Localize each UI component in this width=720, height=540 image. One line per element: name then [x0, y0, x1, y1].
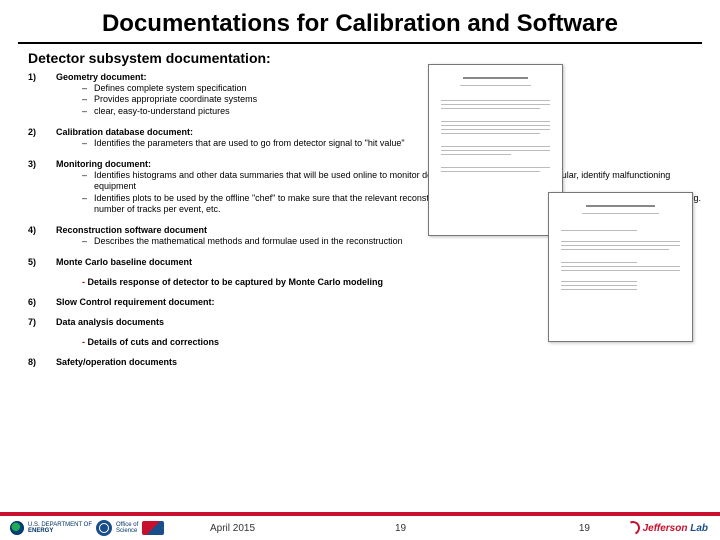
page-number: 19	[579, 523, 590, 534]
doe-seal-icon	[10, 521, 24, 535]
item-title: Monitoring document:	[56, 159, 151, 169]
doe-text: U.S. DEPARTMENT OF ENERGY	[28, 522, 92, 534]
page-number: 19	[395, 523, 406, 534]
slide-title: Documentations for Calibration and Softw…	[0, 0, 720, 42]
office-science-text: Office of Science	[116, 522, 138, 534]
footer-logos-left: U.S. DEPARTMENT OF ENERGY Office of Scie…	[10, 520, 164, 536]
item-number: 1)	[28, 72, 56, 117]
item-title: Calibration database document:	[56, 127, 193, 137]
document-thumbnails	[428, 64, 698, 344]
item-title: Safety/operation documents	[56, 357, 177, 367]
item-number: 7)	[28, 317, 56, 327]
item-number: 8)	[28, 357, 56, 367]
title-rule	[18, 42, 702, 44]
footer-date: April 2015	[210, 523, 255, 534]
item-number: 6)	[28, 297, 56, 307]
item-title: Slow Control requirement document:	[56, 297, 215, 307]
item-title: Monte Carlo baseline document	[56, 257, 192, 267]
footer: U.S. DEPARTMENT OF ENERGY Office of Scie…	[0, 512, 720, 540]
item-title: Reconstruction software document	[56, 225, 207, 235]
jsa-logo-icon	[142, 521, 164, 535]
thumbnail-2	[548, 192, 693, 342]
office-science-icon	[96, 520, 112, 536]
item-number: 5)	[28, 257, 56, 267]
jlab-swoosh-icon	[624, 519, 642, 537]
item-number: 2)	[28, 127, 56, 149]
list-item: 8) Safety/operation documents	[28, 357, 702, 367]
jlab-logo: Jefferson Lab	[626, 521, 708, 535]
item-title: Geometry document:	[56, 72, 147, 82]
item-number: 4)	[28, 225, 56, 247]
thumbnail-1	[428, 64, 563, 236]
item-number: 3)	[28, 159, 56, 215]
item-title: Data analysis documents	[56, 317, 164, 327]
